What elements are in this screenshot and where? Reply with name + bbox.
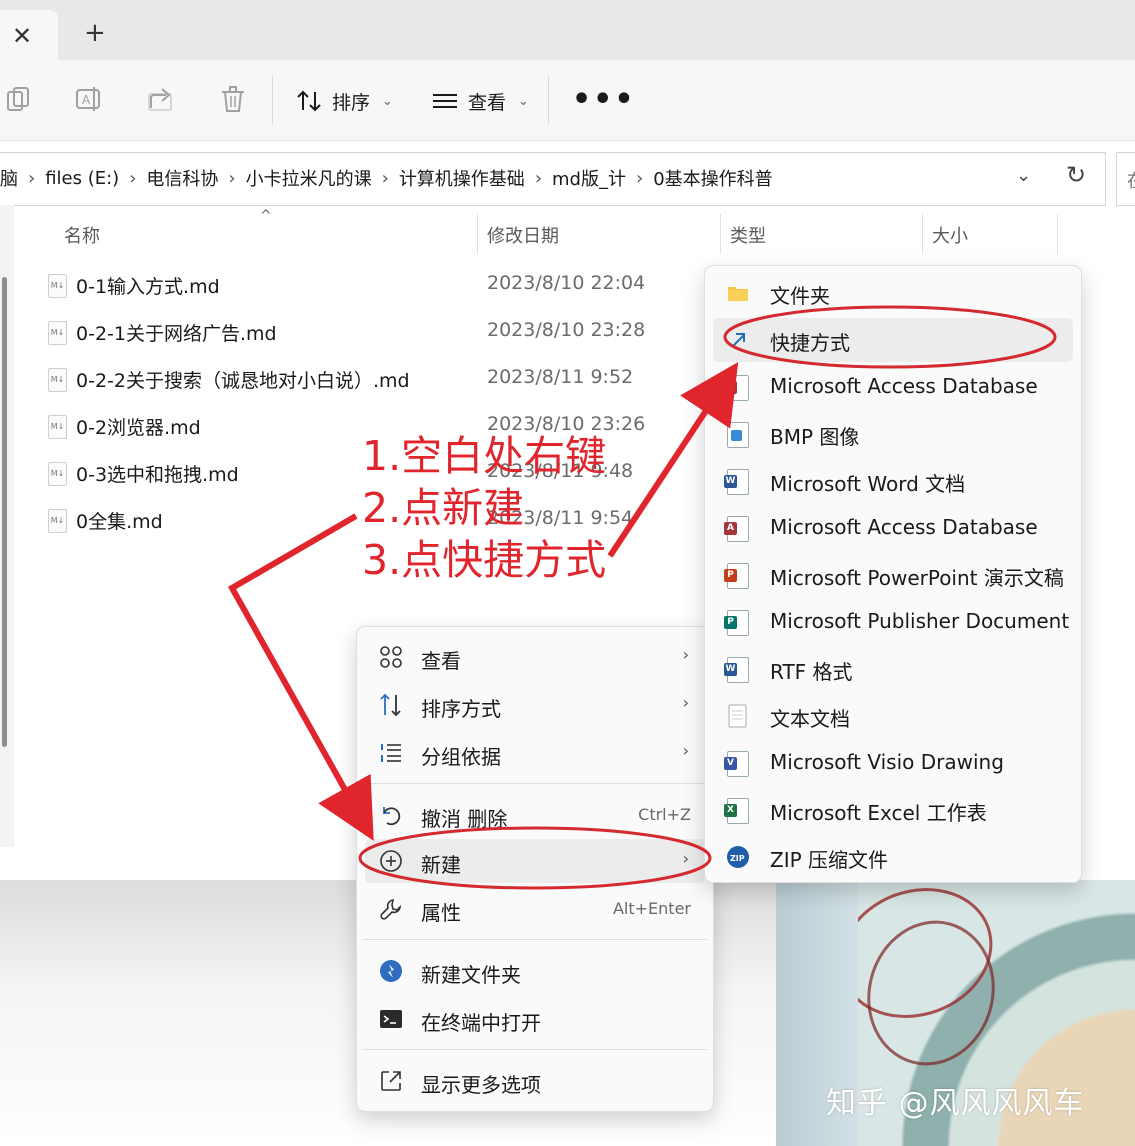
- arrow-to-new: [227, 513, 374, 841]
- highlight-ellipse-shortcut: [723, 305, 1057, 369]
- highlight-ellipse-new: [358, 826, 712, 890]
- annotation-overlay: [227, 305, 1057, 890]
- arrow-to-shortcut: [607, 361, 739, 558]
